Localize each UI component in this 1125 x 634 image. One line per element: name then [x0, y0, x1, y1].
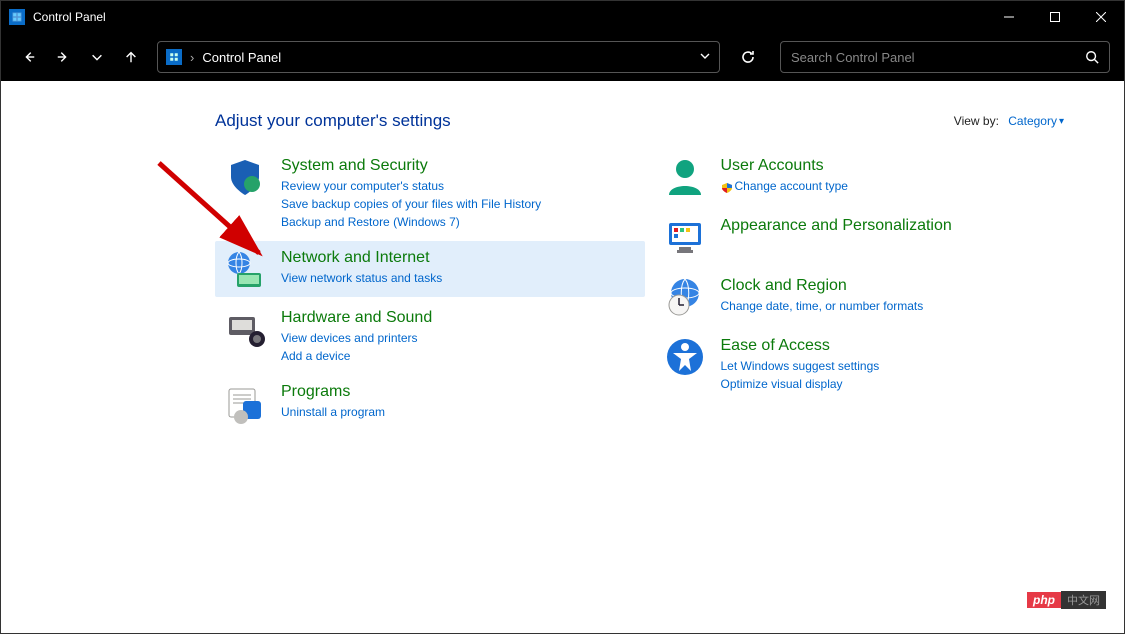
system-security-icon: [223, 155, 267, 199]
category-sublink[interactable]: Optimize visual display: [721, 375, 1077, 393]
recent-locations-button[interactable]: [83, 43, 111, 71]
category-sublink[interactable]: Add a device: [281, 347, 637, 365]
hardware-sound-icon: [223, 307, 267, 351]
programs-icon: [223, 381, 267, 425]
up-button[interactable]: [117, 43, 145, 71]
category-network-internet[interactable]: Network and Internet View network status …: [215, 241, 645, 297]
view-by-control: View by: Category▾: [954, 114, 1064, 128]
category-sublink[interactable]: Uninstall a program: [281, 403, 637, 421]
window-title: Control Panel: [33, 10, 986, 24]
watermark-php: php: [1027, 592, 1061, 608]
network-internet-icon: [223, 247, 267, 291]
refresh-button[interactable]: [732, 41, 764, 73]
category-title[interactable]: Clock and Region: [721, 277, 1077, 295]
category-title[interactable]: Programs: [281, 383, 637, 401]
search-icon: [1085, 50, 1099, 64]
forward-button[interactable]: [49, 43, 77, 71]
address-bar[interactable]: › Control Panel: [157, 41, 720, 73]
ease-of-access-icon: [663, 335, 707, 379]
left-column: System and Security Review your computer'…: [215, 149, 645, 435]
search-input[interactable]: [791, 50, 1085, 65]
window-controls: [986, 1, 1124, 33]
watermark-cn: 中文网: [1061, 591, 1106, 609]
view-by-dropdown[interactable]: Category▾: [1008, 114, 1064, 128]
category-programs[interactable]: Programs Uninstall a program: [215, 375, 645, 431]
category-sublink[interactable]: Review your computer's status: [281, 177, 637, 195]
clock-region-icon: [663, 275, 707, 319]
category-sublink[interactable]: Change date, time, or number formats: [721, 297, 1077, 315]
category-sublink[interactable]: Let Windows suggest settings: [721, 357, 1077, 375]
category-title[interactable]: System and Security: [281, 157, 637, 175]
right-column: User Accounts Change account type Appearan…: [655, 149, 1085, 435]
category-title[interactable]: Network and Internet: [281, 249, 637, 267]
appearance-icon: [663, 215, 707, 259]
category-clock-region[interactable]: Clock and Region Change date, time, or nu…: [655, 269, 1085, 325]
page-heading: Adjust your computer's settings: [215, 111, 954, 131]
category-hardware-sound[interactable]: Hardware and Sound View devices and print…: [215, 301, 645, 371]
heading-row: Adjust your computer's settings View by:…: [1, 111, 1124, 131]
maximize-button[interactable]: [1032, 1, 1078, 33]
breadcrumb-location[interactable]: Control Panel: [202, 50, 281, 65]
search-bar[interactable]: [780, 41, 1110, 73]
titlebar: Control Panel: [1, 1, 1124, 33]
window: Control Panel › Control Panel Adjust you…: [0, 0, 1125, 634]
category-title[interactable]: User Accounts: [721, 157, 1077, 175]
navbar: › Control Panel: [1, 33, 1124, 81]
watermark: php 中文网: [1027, 591, 1106, 609]
close-button[interactable]: [1078, 1, 1124, 33]
category-ease-of-access[interactable]: Ease of Access Let Windows suggest settin…: [655, 329, 1085, 399]
back-button[interactable]: [15, 43, 43, 71]
category-sublink[interactable]: Backup and Restore (Windows 7): [281, 213, 637, 231]
minimize-button[interactable]: [986, 1, 1032, 33]
user-accounts-icon: [663, 155, 707, 199]
control-panel-icon: [166, 49, 182, 65]
category-sublink[interactable]: View network status and tasks: [281, 269, 637, 287]
category-appearance[interactable]: Appearance and Personalization: [655, 209, 1085, 265]
category-title[interactable]: Ease of Access: [721, 337, 1077, 355]
content-area: Adjust your computer's settings View by:…: [1, 81, 1124, 633]
category-user-accounts[interactable]: User Accounts Change account type: [655, 149, 1085, 205]
breadcrumb-separator: ›: [190, 50, 194, 65]
control-panel-icon: [9, 9, 25, 25]
category-sublink[interactable]: Save backup copies of your files with Fi…: [281, 195, 637, 213]
category-title[interactable]: Appearance and Personalization: [721, 217, 1077, 235]
category-sublink[interactable]: Change account type: [721, 177, 1077, 195]
view-by-label: View by:: [954, 114, 999, 128]
category-system-security[interactable]: System and Security Review your computer'…: [215, 149, 645, 237]
category-sublink[interactable]: View devices and printers: [281, 329, 637, 347]
address-dropdown-button[interactable]: [699, 50, 711, 65]
uac-shield-icon: [721, 181, 733, 193]
category-title[interactable]: Hardware and Sound: [281, 309, 637, 327]
category-panels: System and Security Review your computer'…: [1, 131, 1124, 435]
